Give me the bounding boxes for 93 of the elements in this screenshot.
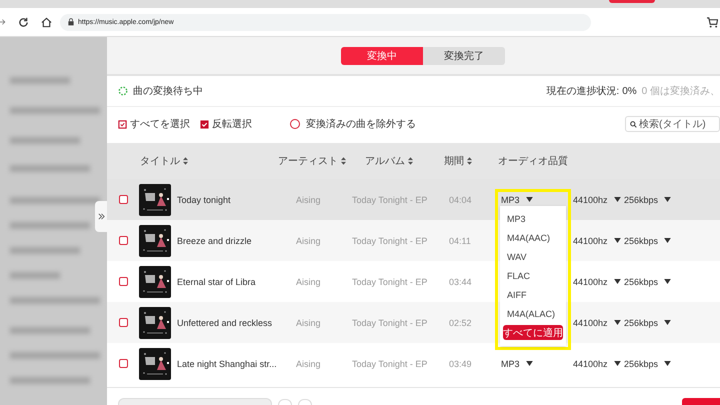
browser-tab[interactable] [609,0,655,3]
bitrate-select[interactable]: 256kbps [624,236,672,246]
artist-name: Aising [296,358,322,368]
caret-icon [614,279,621,284]
artist-name: Aising [296,236,322,246]
format-option[interactable]: MP3 [503,210,563,229]
duration: 04:11 [449,236,472,246]
reload-icon[interactable] [18,16,29,28]
tab[interactable]: 変換中 [341,46,423,64]
invert-selection-button[interactable]: 反転選択 [200,117,252,131]
format-option[interactable]: M4A(AAC) [503,229,563,248]
album-name: Today Tonight - EP [352,236,428,246]
bitrate-select[interactable]: 256kbps [624,276,672,286]
album-name: Today Tonight - EP [352,194,428,204]
artist-name: Aising [296,318,322,328]
track-title: Today tonight [177,194,232,204]
track-title: Eternal star of Libra [177,276,257,286]
checkbox-icon [200,120,209,128]
artist-name: Aising [296,276,322,286]
caret-icon [664,361,672,366]
select-all-button[interactable]: すべてを選択 [118,117,190,131]
row-checkbox[interactable] [119,318,128,327]
home-icon[interactable] [41,16,52,28]
format-option[interactable]: WAV [503,248,563,267]
album-name: Today Tonight - EP [352,276,428,286]
sort-icon [408,157,413,165]
bitrate-select[interactable]: 256kbps [624,194,672,204]
format-select[interactable]: MP3 [501,358,533,368]
album-name: Today Tonight - EP [352,318,428,328]
album-name: Today Tonight - EP [352,358,428,368]
lock-icon [68,18,74,26]
blurred-text [10,247,80,254]
caret-icon [664,238,672,243]
column-header[interactable]: オーディオ品質 [498,154,568,168]
sort-icon [183,157,188,165]
bitrate-select[interactable]: 256kbps [624,358,672,368]
sort-icon [341,157,346,165]
format-option[interactable]: M4A(ALAC) [503,305,563,324]
sample-rate-select[interactable]: 44100hz [573,236,621,246]
sample-rate-select[interactable]: 44100hz [573,194,621,204]
track-title: Late night Shanghai str... [177,358,278,368]
spinner-icon [118,86,128,96]
caret-icon [614,197,621,202]
status-text: 曲の変換待ち中 [133,84,203,98]
caret-icon [664,279,672,284]
format-option[interactable]: FLAC [503,267,563,286]
artist-name: Aising [296,194,322,204]
search-icon [630,120,637,128]
caret-icon [614,320,621,325]
caret-icon [664,320,672,325]
search-field[interactable]: 検索(タイトル) [625,116,720,132]
blurred-text [10,77,70,84]
converted-note: 0 個は変換済み、 [642,84,720,98]
radio-button[interactable] [290,119,300,129]
expand-handle[interactable] [95,201,107,232]
column-header[interactable]: アーティスト [278,154,365,168]
row-checkbox[interactable] [119,359,128,368]
double-chevron-icon [98,213,104,220]
exclude-converted-option[interactable]: 変換済みの曲を除外する [290,117,416,131]
format-option[interactable]: AIFF [503,286,563,305]
row-checkbox[interactable] [119,236,128,245]
track-title: Unfettered and reckless [177,318,274,328]
duration: 04:04 [449,194,473,204]
track-title: Breeze and drizzle [177,236,253,246]
caret-icon [614,238,621,243]
caret-icon [614,361,621,366]
row-checkbox[interactable] [119,195,128,204]
sort-icon [467,157,472,165]
duration: 03:49 [449,358,473,368]
blurred-text [10,137,80,144]
column-header[interactable]: 期間 [444,154,498,168]
row-checkbox[interactable] [119,277,128,286]
sample-rate-select[interactable]: 44100hz [573,276,621,286]
column-header[interactable]: タイトル [140,154,278,168]
apply-all-button[interactable]: すべてに適用 [503,325,563,340]
sample-rate-select[interactable]: 44100hz [573,318,621,328]
caret-icon [526,197,533,202]
format-select[interactable]: MP3 [501,194,533,204]
duration: 03:44 [449,276,473,286]
blurred-text [10,272,60,279]
checkbox-icon [118,120,127,128]
progress-label: 現在の進捗状況: [546,84,620,98]
tab[interactable]: 変換完了 [423,46,505,64]
column-header[interactable]: アルバム [365,154,444,168]
sample-rate-select[interactable]: 44100hz [573,358,621,368]
bitrate-select[interactable]: 256kbps [624,318,672,328]
path-field[interactable] [118,398,272,405]
progress-value: 0% [622,86,637,96]
duration: 02:52 [449,318,473,328]
forward-icon[interactable] [0,17,6,27]
caret-icon [664,197,672,202]
caret-icon [526,361,533,366]
cart-icon[interactable] [707,16,718,28]
